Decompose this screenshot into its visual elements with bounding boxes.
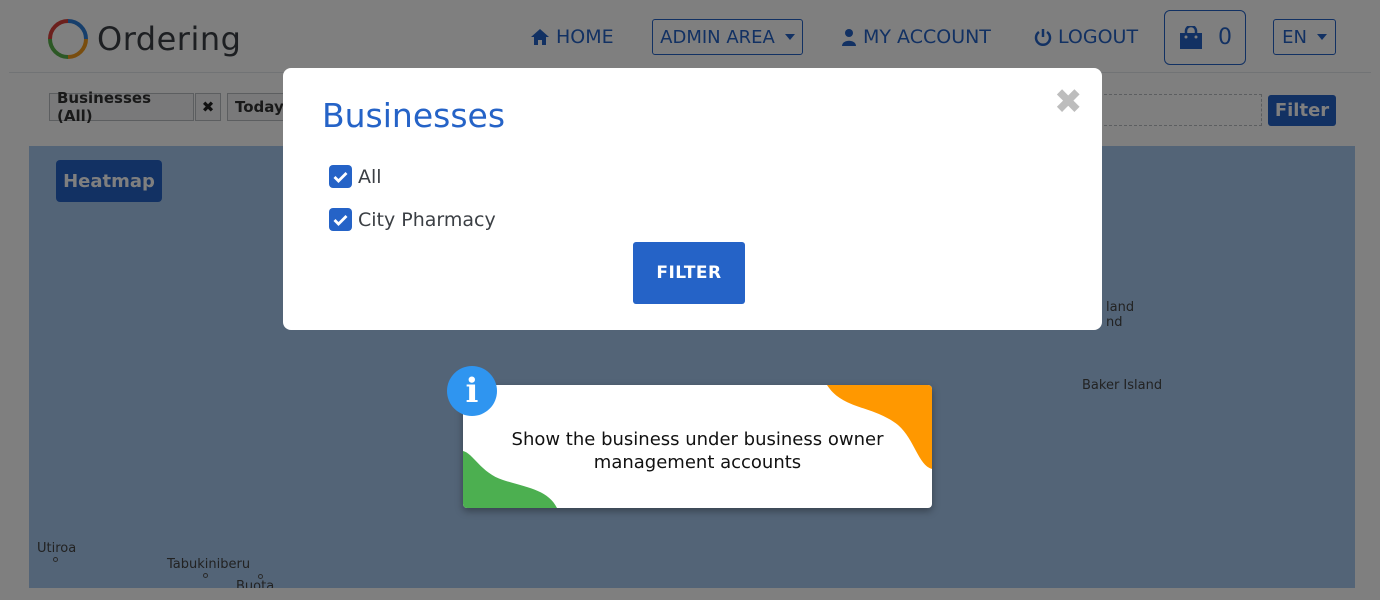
tooltip-text: Show the business under business owner m… (511, 429, 884, 473)
modal-title: Businesses (322, 96, 506, 135)
checkmark-icon (333, 214, 348, 226)
business-option-label: All (358, 165, 382, 188)
modal-filter-button[interactable]: FILTER (633, 242, 745, 304)
close-icon[interactable]: ✖ (1054, 85, 1083, 119)
checkmark-icon (333, 171, 348, 183)
checkbox-checked[interactable] (329, 208, 352, 231)
info-icon: i (447, 366, 497, 416)
checkbox-checked[interactable] (329, 165, 352, 188)
business-option-all[interactable]: All (329, 165, 382, 188)
onboarding-tooltip: Show the business under business owner m… (463, 385, 932, 508)
business-option-city-pharmacy[interactable]: City Pharmacy (329, 208, 496, 231)
business-option-label: City Pharmacy (358, 208, 496, 231)
businesses-modal: Businesses ✖ All City Pharmacy FILTER (283, 68, 1102, 330)
